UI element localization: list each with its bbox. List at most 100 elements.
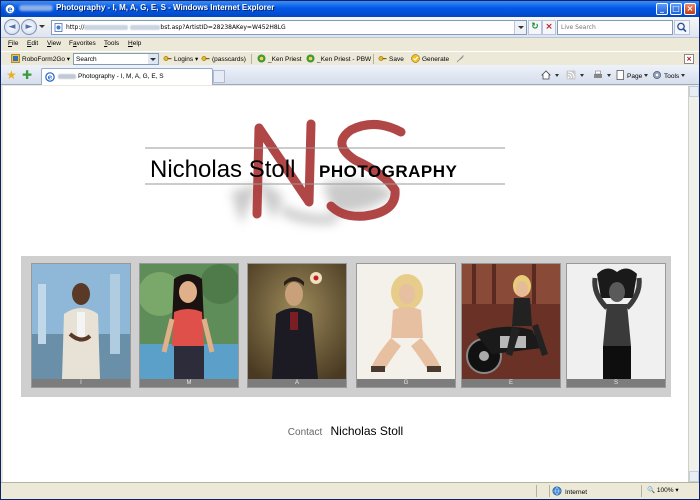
address-bar[interactable]: http://bst.asp?ArtistID=28238AKey=W452H8…: [51, 20, 527, 35]
status-divider: [536, 485, 537, 497]
new-tab-button[interactable]: [213, 70, 225, 83]
roboform-toolbar: RoboForm2Go ▾ Logins ▾ (passcards) _Ken …: [1, 51, 699, 65]
magnifier-icon: [677, 22, 687, 33]
thumb-caption-m: M: [140, 379, 238, 387]
logo-subtitle: PHOTOGRAPHY: [319, 162, 458, 181]
gallery-thumb-i[interactable]: I: [31, 263, 131, 388]
logins-button[interactable]: Logins ▾: [163, 54, 198, 64]
roboform-menu-button[interactable]: RoboForm2Go ▾: [11, 54, 70, 64]
menu-view[interactable]: View: [47, 40, 61, 47]
roboform-options-button[interactable]: [456, 54, 467, 64]
add-favorites-icon[interactable]: ✚: [22, 68, 32, 82]
globe-icon: [552, 486, 562, 496]
refresh-button[interactable]: ↻: [528, 20, 542, 35]
close-window-button[interactable]: ×: [684, 3, 696, 15]
photo-woman-motorcycle: [462, 264, 560, 379]
print-button[interactable]: [593, 70, 611, 80]
menu-edit[interactable]: Edit: [27, 40, 38, 47]
recent-pages-dropdown[interactable]: [39, 25, 45, 28]
gallery-thumb-s[interactable]: S: [566, 263, 666, 388]
favorites-center-icon[interactable]: ★: [6, 68, 17, 82]
back-button[interactable]: ◄: [4, 19, 20, 35]
menu-file[interactable]: File: [8, 40, 19, 47]
roboform-icon: [11, 54, 20, 63]
close-toolbar-button[interactable]: ×: [684, 54, 694, 64]
site-logo[interactable]: Nicholas Stoll PHOTOGRAPHY: [133, 114, 513, 234]
photo-blonde-seated: [357, 264, 455, 379]
tab-title: Photography - I, M, A, G, E, S: [58, 73, 164, 80]
ie-logo-icon: e: [4, 3, 16, 15]
minimize-button[interactable]: _: [656, 3, 668, 15]
status-divider: [641, 485, 642, 497]
security-zone[interactable]: Internet: [552, 486, 587, 496]
photo-man-bw: [567, 264, 665, 379]
passcard-icon: [201, 56, 210, 61]
live-search-box[interactable]: [557, 20, 673, 35]
tab-bar: ★ ✚ e Photography - I, M, A, G, E, S Pag…: [1, 65, 699, 85]
ken-priest-button[interactable]: _Ken Priest: [257, 54, 302, 64]
roboform-search-dropdown[interactable]: [148, 54, 158, 64]
scroll-up-button[interactable]: [689, 86, 699, 97]
photo-man-dark-coat: [248, 264, 346, 379]
save-button[interactable]: Save: [378, 54, 404, 64]
thumb-caption-g: G: [357, 379, 455, 387]
live-search-input[interactable]: [561, 21, 661, 34]
gallery-thumb-e[interactable]: E: [461, 263, 561, 388]
navigation-bar: ◄ ► http://bst.asp?ArtistID=28238AKey=W4…: [1, 17, 699, 38]
feeds-button[interactable]: [566, 70, 584, 80]
zoom-level[interactable]: 🔍 100% ▾: [647, 486, 679, 494]
menu-help[interactable]: Help: [128, 40, 141, 47]
photo-woman-red-top: [140, 264, 238, 379]
roboform-search-input[interactable]: [74, 54, 146, 64]
stop-button[interactable]: ×: [542, 20, 556, 35]
tools-menu-button[interactable]: Tools: [652, 70, 686, 80]
status-divider: [549, 485, 550, 497]
ken-priest-pbw-button[interactable]: _Ken Priest - PBW: [306, 54, 371, 64]
tab-photography[interactable]: e Photography - I, M, A, G, E, S: [41, 68, 213, 85]
gallery-thumb-g[interactable]: G: [356, 263, 456, 388]
home-button[interactable]: [541, 70, 559, 80]
forward-button[interactable]: ►: [21, 19, 37, 35]
passcards-button[interactable]: (passcards): [201, 54, 246, 64]
key-icon: [163, 56, 172, 61]
page-menu-button[interactable]: Page: [615, 70, 649, 80]
printer-icon: [594, 70, 602, 78]
roboform-search-box[interactable]: [73, 53, 159, 65]
photo-gallery: I M A G E S: [21, 256, 671, 397]
vertical-scrollbar[interactable]: [688, 86, 699, 482]
identity-icon: [306, 54, 315, 63]
address-dropdown[interactable]: [514, 21, 526, 34]
ie-page-icon: e: [45, 72, 55, 82]
maximize-button[interactable]: □: [670, 3, 682, 15]
scroll-down-button[interactable]: [689, 471, 699, 482]
search-button[interactable]: [674, 20, 690, 35]
menu-favorites[interactable]: Favorites: [69, 40, 96, 47]
save-icon: [378, 56, 387, 61]
generate-icon: [411, 54, 420, 63]
svg-text:e: e: [7, 4, 12, 14]
toolbar-separator: [373, 54, 374, 64]
thumb-caption-s: S: [567, 379, 665, 387]
thumb-caption-a: A: [248, 379, 346, 387]
gallery-thumb-a[interactable]: A: [247, 263, 347, 388]
status-bar: Internet 🔍 100% ▾: [1, 482, 699, 499]
address-url: http://bst.asp?ArtistID=28238AKey=W452H8…: [66, 24, 286, 31]
window-title: Photography - I, M, A, G, E, S - Windows…: [19, 3, 274, 12]
toolbar-separator: [251, 54, 252, 64]
title-bar: e Photography - I, M, A, G, E, S - Windo…: [1, 1, 699, 17]
logo-name: Nicholas Stoll: [150, 156, 296, 183]
gallery-thumb-m[interactable]: M: [139, 263, 239, 388]
gear-icon: [653, 71, 661, 79]
page-viewport: Nicholas Stoll PHOTOGRAPHY I M A G E S C…: [3, 86, 688, 482]
contact-link[interactable]: Contact: [288, 427, 322, 438]
page-menu-icon: [616, 70, 624, 80]
menu-bar: File Edit View Favorites Tools Help: [1, 39, 699, 51]
contact-name: Nicholas Stoll: [330, 424, 404, 438]
photo-man-white-suit: [32, 264, 130, 379]
menu-tools[interactable]: Tools: [104, 40, 119, 47]
generate-button[interactable]: Generate: [411, 54, 449, 64]
home-icon: [541, 70, 551, 80]
rss-feed-icon: [566, 70, 576, 80]
browser-window: e Photography - I, M, A, G, E, S - Windo…: [0, 0, 700, 500]
thumb-caption-e: E: [462, 379, 560, 387]
